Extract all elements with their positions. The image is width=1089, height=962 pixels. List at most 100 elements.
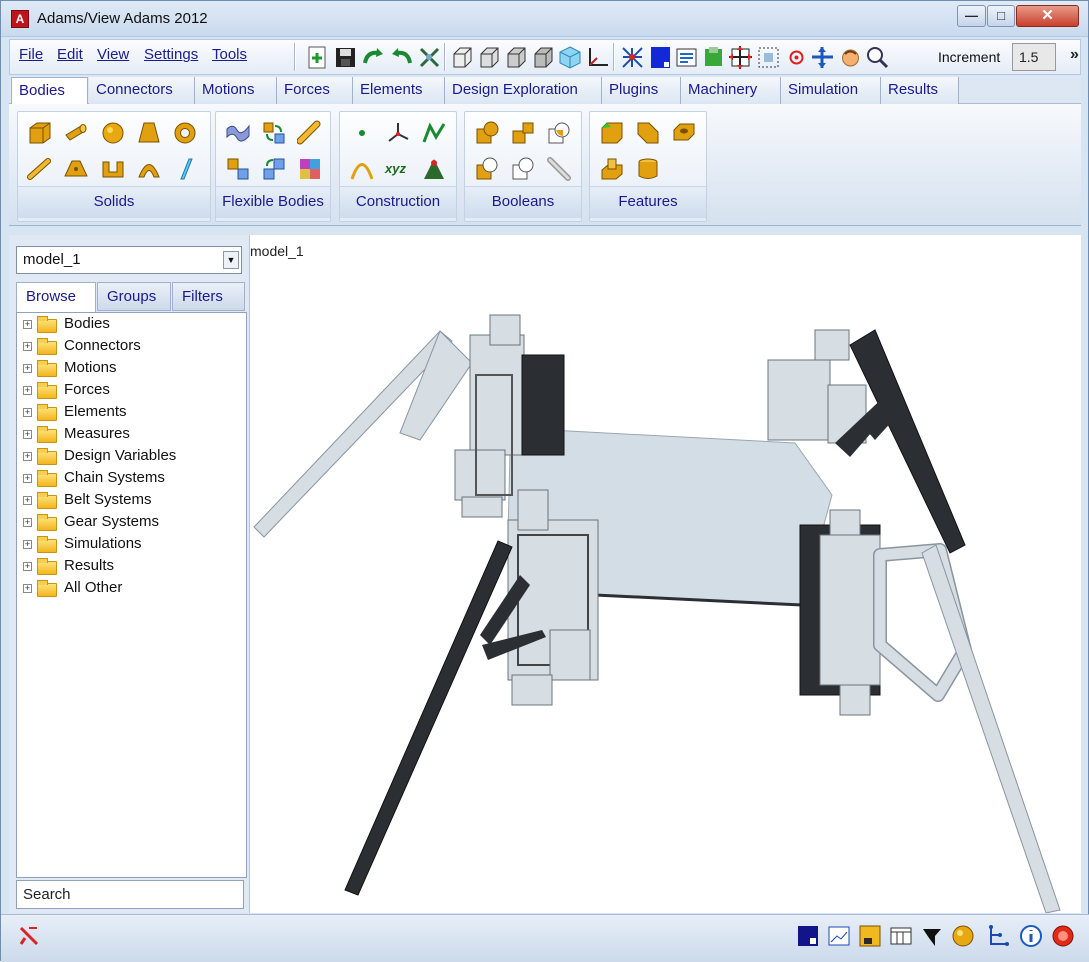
intersect-icon[interactable] — [546, 120, 572, 146]
iso-view-icon[interactable] — [531, 45, 556, 70]
marker-icon[interactable] — [385, 120, 411, 146]
tab-filters[interactable]: Filters — [172, 282, 245, 311]
expand-icon[interactable]: + — [23, 364, 32, 373]
extrusion-icon[interactable] — [100, 156, 126, 182]
body-cm-icon[interactable] — [421, 156, 447, 182]
tab-results[interactable]: Results — [881, 77, 959, 104]
plot-icon[interactable] — [827, 924, 851, 948]
graphics-viewport[interactable]: model_1 — [249, 235, 1081, 913]
merge-icon[interactable] — [510, 120, 536, 146]
translate-view-icon[interactable] — [810, 45, 835, 70]
cylinder-icon[interactable] — [63, 120, 89, 146]
tab-browse[interactable]: Browse — [16, 282, 96, 313]
tab-machinery[interactable]: Machinery — [681, 77, 781, 104]
expand-icon[interactable]: + — [23, 474, 32, 483]
hole-icon[interactable] — [671, 120, 697, 146]
flex-beam-icon[interactable] — [297, 120, 323, 146]
hollow-icon[interactable] — [635, 156, 661, 182]
postprocessor-icon[interactable] — [858, 924, 882, 948]
search-input[interactable]: Search — [16, 880, 244, 909]
expand-icon[interactable]: + — [23, 540, 32, 549]
spline-xyz-icon[interactable]: xyz — [385, 156, 411, 182]
cut-icon[interactable] — [474, 156, 500, 182]
link-icon[interactable] — [27, 156, 53, 182]
boss-icon[interactable] — [599, 156, 625, 182]
zoom-icon[interactable] — [865, 45, 890, 70]
expand-icon[interactable]: + — [23, 562, 32, 571]
ground-icon[interactable] — [701, 45, 726, 70]
menu-settings[interactable]: Settings — [144, 46, 198, 63]
side-view-icon[interactable] — [504, 45, 529, 70]
save-icon[interactable] — [333, 45, 358, 70]
adams-status-logo-icon[interactable] — [17, 924, 41, 948]
union-icon[interactable] — [474, 120, 500, 146]
flex-body-icon[interactable] — [225, 120, 251, 146]
tab-elements[interactable]: Elements — [353, 77, 445, 104]
fillet-icon[interactable] — [635, 120, 661, 146]
torus-icon[interactable] — [172, 120, 198, 146]
redo-icon[interactable] — [389, 45, 414, 70]
table-icon[interactable] — [889, 924, 913, 948]
chain-icon[interactable] — [546, 156, 572, 182]
menu-file[interactable]: File — [19, 46, 43, 63]
increment-field[interactable]: 1.5 — [1012, 43, 1056, 71]
swap-icon[interactable] — [225, 156, 251, 182]
minimize-button[interactable]: — — [957, 5, 986, 27]
plate-icon[interactable] — [63, 156, 89, 182]
tab-motions[interactable]: Motions — [195, 77, 277, 104]
chevron-down-icon[interactable]: ▼ — [223, 251, 239, 269]
point-icon[interactable] — [349, 120, 375, 146]
expand-icon[interactable]: + — [23, 408, 32, 417]
front-view-icon[interactable] — [450, 45, 475, 70]
top-view-icon[interactable] — [477, 45, 502, 70]
stop-icon[interactable] — [1051, 924, 1075, 948]
render-mode-icon[interactable] — [648, 45, 673, 70]
hierarchy-icon[interactable] — [986, 924, 1010, 948]
tab-connectors[interactable]: Connectors — [89, 77, 195, 104]
expand-icon[interactable]: + — [23, 496, 32, 505]
tab-simulation[interactable]: Simulation — [781, 77, 881, 104]
flex-swap-icon[interactable] — [261, 156, 287, 182]
tab-design-exploration[interactable]: Design Exploration — [445, 77, 602, 104]
zoom-box-icon[interactable] — [756, 45, 781, 70]
expand-icon[interactable]: + — [23, 320, 32, 329]
robot-model-render[interactable] — [250, 235, 1082, 913]
menu-view[interactable]: View — [97, 46, 129, 63]
expand-icon[interactable]: + — [23, 386, 32, 395]
render-sphere-icon[interactable] — [951, 924, 975, 948]
info-window-icon[interactable] — [796, 924, 820, 948]
close-button[interactable]: ✕ — [1016, 5, 1079, 27]
shaded-cube-icon[interactable] — [558, 45, 583, 70]
sphere-icon[interactable] — [100, 120, 126, 146]
box-icon[interactable] — [27, 120, 53, 146]
toggle-display-icon[interactable] — [674, 45, 699, 70]
split-icon[interactable] — [510, 156, 536, 182]
rigid-to-flex-icon[interactable] — [261, 120, 287, 146]
frustum-icon[interactable] — [136, 120, 162, 146]
toolbar-overflow-button[interactable]: » — [1070, 46, 1079, 64]
center-view-icon[interactable] — [784, 45, 809, 70]
expand-icon[interactable]: + — [23, 342, 32, 351]
arc-icon[interactable] — [349, 156, 375, 182]
rotate-view-icon[interactable] — [838, 45, 863, 70]
expand-icon[interactable]: + — [23, 584, 32, 593]
plane-icon[interactable] — [172, 156, 198, 182]
polyline-icon[interactable] — [421, 120, 447, 146]
coordinate-axes-icon[interactable] — [585, 45, 610, 70]
new-model-icon[interactable] — [305, 45, 330, 70]
maximize-button[interactable]: □ — [987, 5, 1015, 27]
tab-groups[interactable]: Groups — [97, 282, 171, 311]
flex-colors-icon[interactable] — [297, 156, 323, 182]
expand-icon[interactable]: + — [23, 452, 32, 461]
tab-forces[interactable]: Forces — [277, 77, 353, 104]
menu-tools[interactable]: Tools — [212, 46, 247, 63]
chamfer-icon[interactable] — [599, 120, 625, 146]
mesh-icon[interactable] — [620, 45, 645, 70]
undo-icon[interactable] — [361, 45, 386, 70]
revolution-icon[interactable] — [136, 156, 162, 182]
expand-icon[interactable]: + — [23, 430, 32, 439]
menu-edit[interactable]: Edit — [57, 46, 83, 63]
select-tool-icon[interactable] — [417, 45, 442, 70]
expand-icon[interactable]: + — [23, 518, 32, 527]
fit-view-icon[interactable] — [728, 45, 753, 70]
